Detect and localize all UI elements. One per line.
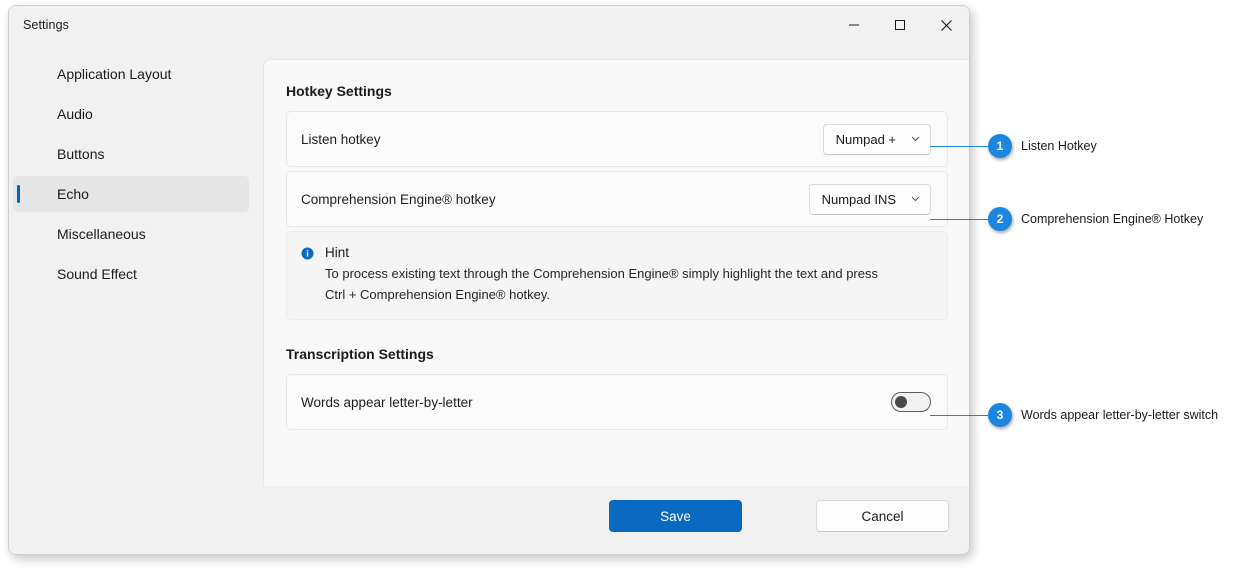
sidebar-item-application-layout[interactable]: Application Layout <box>13 56 249 92</box>
sidebar-item-label: Buttons <box>57 146 105 162</box>
minimize-icon <box>848 19 860 31</box>
toggle-knob <box>895 396 907 409</box>
comprehension-engine-hotkey-value: Numpad INS <box>821 191 896 207</box>
callout-label: Words appear letter-by-letter switch <box>1021 408 1219 422</box>
title-bar: Settings <box>9 6 969 46</box>
callout-leader-line <box>930 145 988 147</box>
maximize-icon <box>894 19 906 31</box>
hint-box: Hint To process existing text through th… <box>286 231 948 321</box>
sidebar-item-label: Miscellaneous <box>57 226 146 242</box>
listen-hotkey-value: Numpad + <box>835 131 896 147</box>
callout-1: 1 Listen Hotkey <box>930 134 1097 158</box>
window-controls <box>831 6 969 44</box>
hint-text-block: Hint To process existing text through th… <box>325 245 900 305</box>
callout-3: 3 Words appear letter-by-letter switch <box>930 403 1218 427</box>
maximize-button[interactable] <box>877 6 923 44</box>
cancel-button[interactable]: Cancel <box>816 500 949 532</box>
callout-leader-line <box>930 414 988 416</box>
comprehension-engine-hotkey-label: Comprehension Engine® hotkey <box>301 191 496 207</box>
callout-label: Listen Hotkey <box>1021 139 1097 153</box>
info-icon <box>301 247 314 305</box>
sidebar-item-label: Audio <box>57 106 93 122</box>
chevron-down-icon <box>910 132 921 147</box>
transcription-settings-heading: Transcription Settings <box>286 346 434 363</box>
words-letter-by-letter-label: Words appear letter-by-letter <box>301 394 473 410</box>
sidebar-item-audio[interactable]: Audio <box>13 96 249 132</box>
comprehension-engine-hotkey-row: Comprehension Engine® hotkey Numpad INS <box>286 171 948 227</box>
hotkey-settings-heading: Hotkey Settings <box>286 83 392 99</box>
words-letter-by-letter-switch[interactable] <box>891 392 931 413</box>
settings-content-panel: Hotkey Settings Listen hotkey Numpad + C… <box>263 59 969 488</box>
sidebar-item-label: Echo <box>57 186 89 202</box>
listen-hotkey-row: Listen hotkey Numpad + <box>286 111 948 167</box>
close-icon <box>940 19 953 32</box>
sidebar-item-miscellaneous[interactable]: Miscellaneous <box>13 216 249 252</box>
screenshot-root: Settings Application Layout Audio Button… <box>0 0 1241 569</box>
save-button[interactable]: Save <box>609 500 742 532</box>
comprehension-engine-hotkey-dropdown[interactable]: Numpad INS <box>808 183 931 215</box>
sidebar-item-echo[interactable]: Echo <box>13 176 249 212</box>
callout-badge: 1 <box>988 134 1012 158</box>
sidebar-item-sound-effect[interactable]: Sound Effect <box>13 256 249 292</box>
callout-label: Comprehension Engine® Hotkey <box>1021 212 1204 226</box>
listen-hotkey-dropdown[interactable]: Numpad + <box>822 123 931 155</box>
dialog-footer: Save Cancel <box>9 486 969 554</box>
callout-2: 2 Comprehension Engine® Hotkey <box>930 207 1203 231</box>
close-button[interactable] <box>923 6 969 44</box>
minimize-button[interactable] <box>831 6 877 44</box>
callout-badge: 2 <box>988 207 1012 231</box>
panel-inner: Hotkey Settings Listen hotkey Numpad + C… <box>264 60 969 431</box>
chevron-down-icon <box>910 192 921 207</box>
listen-hotkey-label: Listen hotkey <box>301 131 381 147</box>
settings-sidebar: Application Layout Audio Buttons Echo Mi… <box>9 54 255 554</box>
sidebar-item-buttons[interactable]: Buttons <box>13 136 249 172</box>
sidebar-item-label: Sound Effect <box>57 266 137 282</box>
window-title: Settings <box>23 18 69 32</box>
hint-title: Hint <box>325 245 350 260</box>
settings-window: Settings Application Layout Audio Button… <box>8 5 970 555</box>
words-letter-by-letter-row: Words appear letter-by-letter <box>286 374 948 431</box>
callout-leader-line <box>930 218 988 220</box>
sidebar-item-label: Application Layout <box>57 66 172 82</box>
hint-body: To process existing text through the Com… <box>325 266 878 303</box>
callout-badge: 3 <box>988 403 1012 427</box>
